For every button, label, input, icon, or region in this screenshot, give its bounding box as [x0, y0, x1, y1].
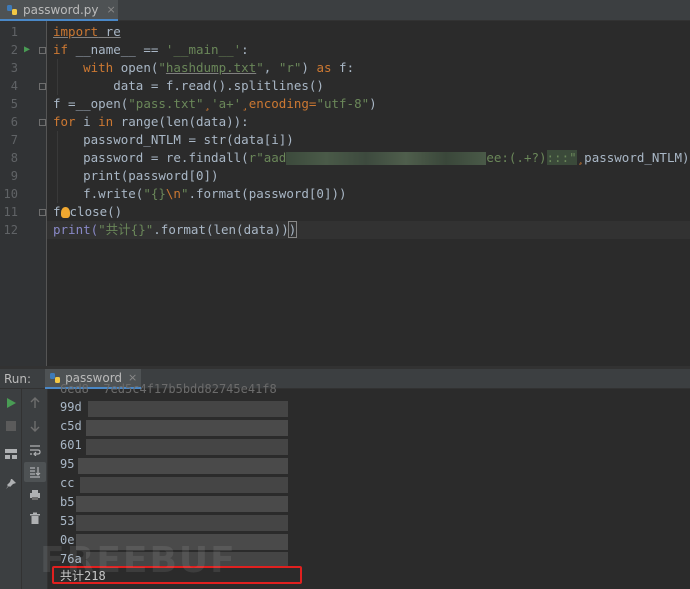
line-number: 11 — [3, 205, 18, 219]
code-line-10: f.write("{}\n".format(password[0])) — [53, 186, 347, 201]
redacted-output — [86, 439, 288, 455]
lightbulb-icon[interactable] — [60, 207, 70, 218]
line-number: 3 — [10, 61, 18, 75]
soft-wrap-button[interactable] — [26, 441, 44, 459]
watermark: FREEBUF — [40, 540, 237, 581]
python-file-icon — [7, 4, 17, 15]
output-line: cc — [60, 476, 75, 490]
arrow-up-icon — [30, 397, 40, 408]
line-number: 5 — [10, 97, 18, 111]
code-line-9: print(password[0]) — [53, 168, 219, 183]
redacted-output — [76, 496, 288, 512]
stop-icon — [6, 421, 16, 431]
output-line: 601 — [60, 438, 82, 452]
output-line: c5d — [60, 419, 82, 433]
output-line: 99d — [60, 400, 82, 414]
code-editor[interactable]: 1 2 3 4 5 6 7 8 9 10 11 12 ▶ import re i… — [0, 21, 690, 366]
code-line-11: f close() — [53, 204, 123, 219]
line-number: 9 — [10, 169, 18, 183]
run-actions-primary — [0, 389, 22, 589]
fold-marker-icon[interactable] — [39, 47, 46, 54]
trash-icon — [30, 512, 40, 524]
tab-password-py[interactable]: password.py × — [0, 0, 118, 21]
redacted-output — [78, 458, 288, 474]
line-number: 8 — [10, 151, 18, 165]
redacted-output — [88, 401, 288, 417]
code-line-2: if __name__ == '__main__': — [53, 42, 249, 57]
print-button[interactable] — [26, 486, 44, 504]
code-line-5: f =__open("pass.txt"¸'a+'¸encoding="utf-… — [53, 96, 377, 111]
redacted-output — [86, 420, 288, 436]
scroll-to-end-icon — [30, 467, 41, 478]
clear-button[interactable] — [26, 509, 44, 527]
scroll-down-button[interactable] — [26, 417, 44, 435]
code-line-8: password = re.findall(r"aad ee:(.+?):::"¸… — [53, 150, 690, 165]
layout-icon — [5, 449, 17, 459]
play-icon — [7, 398, 16, 408]
line-number: 12 — [3, 223, 18, 237]
editor-gutter: 1 2 3 4 5 6 7 8 9 10 11 12 ▶ — [0, 21, 47, 366]
line-number: 4 — [10, 79, 18, 93]
output-line: 53 — [60, 514, 75, 528]
line-number: 1 — [10, 25, 18, 39]
fold-marker-icon[interactable] — [39, 209, 46, 216]
output-line: b5 — [60, 495, 75, 509]
pin-icon — [6, 479, 16, 489]
pin-button[interactable] — [2, 475, 20, 493]
line-number: 7 — [10, 133, 18, 147]
scroll-up-button[interactable] — [26, 394, 44, 412]
editor-tab-bar: password.py × — [0, 0, 690, 21]
fold-marker-icon[interactable] — [39, 119, 46, 126]
line-number: 10 — [3, 187, 18, 201]
stop-button[interactable] — [2, 417, 20, 435]
run-gutter-icon[interactable]: ▶ — [24, 41, 30, 59]
code-line-1: import re — [53, 24, 121, 39]
rerun-button[interactable] — [2, 394, 20, 412]
code-line-6: for i in range(len(data)): — [53, 114, 249, 129]
redacted-regex — [286, 152, 487, 165]
code-line-7: password_NTLM = str(data[i]) — [53, 132, 294, 147]
fold-marker-icon[interactable] — [39, 83, 46, 90]
soft-wrap-icon — [30, 445, 41, 456]
scroll-to-end-button[interactable] — [24, 462, 46, 482]
redacted-output — [76, 515, 288, 531]
line-number: 6 — [10, 115, 18, 129]
layout-button[interactable] — [2, 445, 20, 463]
tab-close-icon[interactable]: × — [107, 3, 116, 16]
code-line-3: with open("hashdump.txt", "r") as f: — [53, 60, 355, 75]
printer-icon — [30, 490, 40, 500]
output-line: 95 — [60, 457, 75, 471]
code-line-12: print("共计{}".format(len(data))) — [47, 221, 690, 239]
arrow-down-icon — [30, 421, 40, 432]
output-line-partial: 6ed8 7ed5c4f17b5bdd82745e41f8 — [60, 382, 277, 396]
line-number: 2 — [10, 43, 18, 57]
tab-label: password.py — [23, 2, 99, 17]
redacted-output — [80, 477, 288, 493]
code-line-4: data = f.read().splitlines() — [53, 78, 324, 93]
run-panel-title: Run: — [4, 371, 32, 386]
